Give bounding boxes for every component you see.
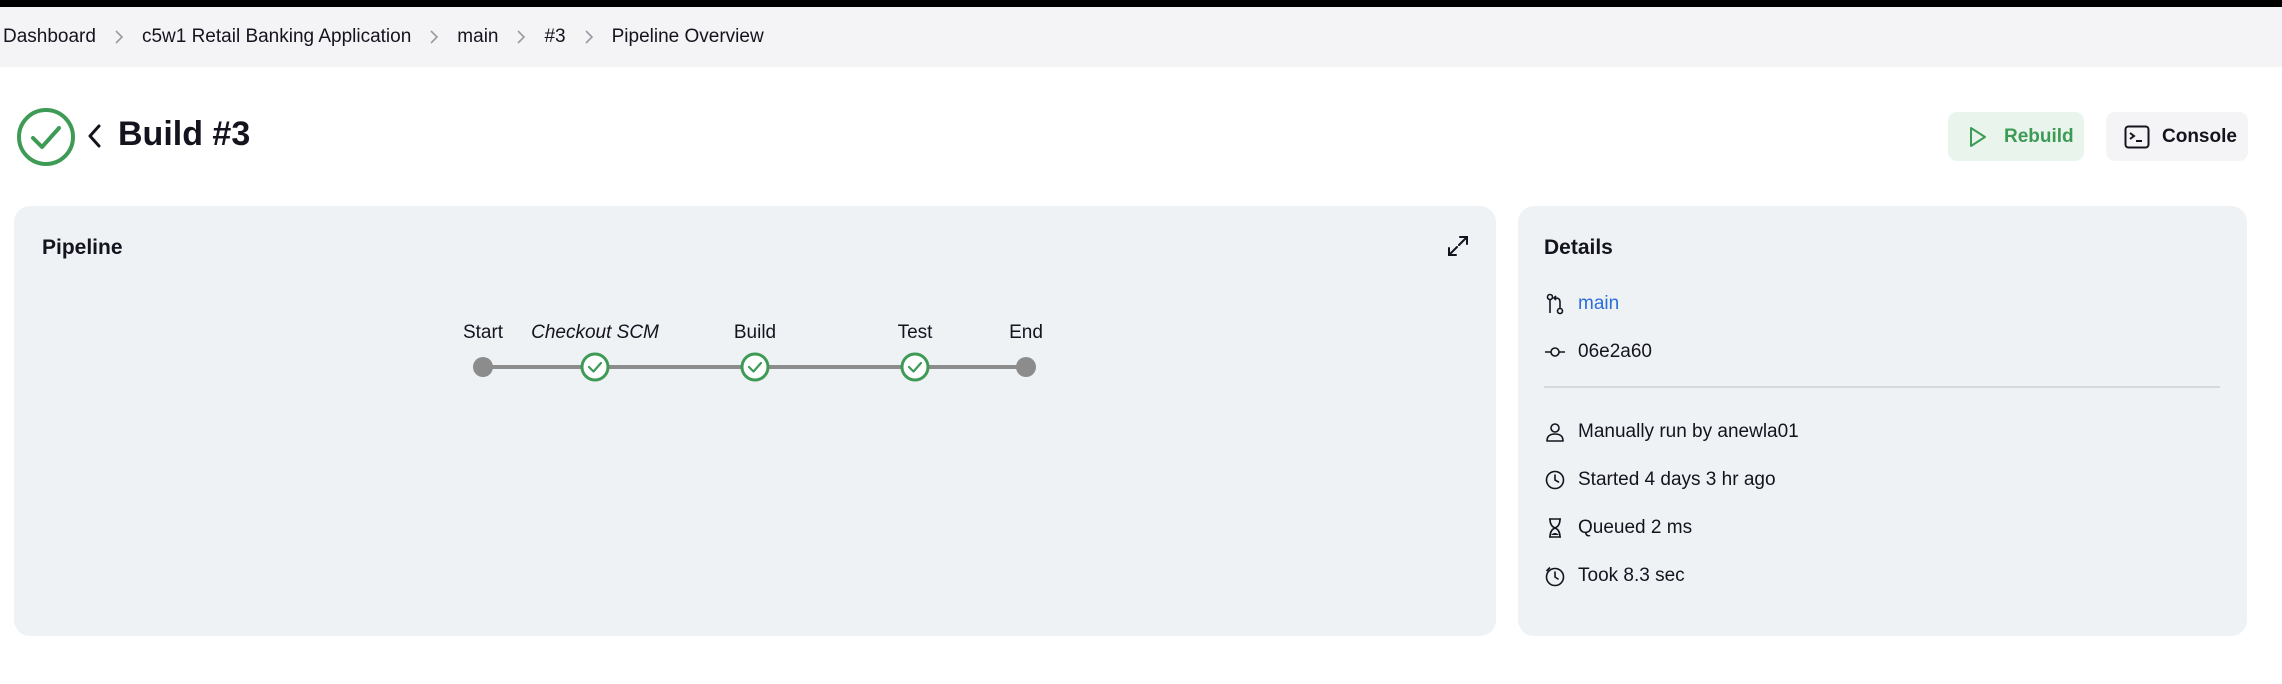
branch-row: main xyxy=(1544,293,1619,315)
play-icon xyxy=(1970,126,1986,147)
timer-icon xyxy=(1545,566,1565,587)
end-node xyxy=(1016,357,1036,377)
duration-row: Took 8.3 sec xyxy=(1544,565,1685,587)
breadcrumb-pipeline-overview[interactable]: Pipeline Overview xyxy=(612,26,764,48)
top-bar xyxy=(0,0,2282,7)
console-button[interactable]: Console xyxy=(2106,112,2248,161)
duration-text: Took 8.3 sec xyxy=(1578,565,1685,586)
breadcrumb-project[interactable]: c5w1 Retail Banking Application xyxy=(142,26,411,48)
started-text: Started 4 days 3 hr ago xyxy=(1578,469,1776,490)
breadcrumb-chevron-icon xyxy=(96,27,142,47)
rebuild-label: Rebuild xyxy=(2004,125,2074,147)
commit-icon xyxy=(1545,347,1565,357)
breadcrumb-branch[interactable]: main xyxy=(457,26,498,48)
rebuild-button[interactable]: Rebuild xyxy=(1948,112,2084,161)
queued-text: Queued 2 ms xyxy=(1578,517,1693,538)
trigger-row: Manually run by anewla01 xyxy=(1544,421,1799,443)
breadcrumb-chevron-icon xyxy=(498,27,544,47)
breadcrumb: Dashboard c5w1 Retail Banking Applicatio… xyxy=(0,7,2282,67)
breadcrumb-chevron-icon xyxy=(566,27,612,47)
breadcrumb-chevron-icon xyxy=(411,27,457,47)
details-divider xyxy=(1544,386,2220,388)
stage-node-build[interactable] xyxy=(740,352,770,382)
start-node xyxy=(473,357,493,377)
stage-node-test[interactable] xyxy=(900,352,930,382)
stage-node-checkout-scm[interactable] xyxy=(580,352,610,382)
branch-link[interactable]: main xyxy=(1578,293,1619,315)
hourglass-icon xyxy=(1549,518,1561,538)
terminal-icon xyxy=(2124,125,2150,148)
breadcrumb-dashboard[interactable]: Dashboard xyxy=(3,26,96,48)
page-title: Build #3 xyxy=(118,115,251,153)
back-chevron-icon[interactable] xyxy=(86,122,104,150)
pipeline-graph xyxy=(473,352,1036,382)
started-row: Started 4 days 3 hr ago xyxy=(1544,469,1776,491)
breadcrumb-build[interactable]: #3 xyxy=(544,26,565,48)
success-check-icon xyxy=(17,108,75,166)
pipeline-card: Pipeline Start Checkout SCM Build Test E… xyxy=(14,206,1496,636)
details-card: Details main 06e2a60 Manually run by ane… xyxy=(1518,206,2247,636)
console-label: Console xyxy=(2162,125,2237,147)
queued-row: Queued 2 ms xyxy=(1544,517,1692,539)
commit-hash: 06e2a60 xyxy=(1578,341,1652,362)
clock-icon xyxy=(1545,470,1565,490)
user-icon xyxy=(1546,423,1564,442)
trigger-text: Manually run by anewla01 xyxy=(1578,421,1799,442)
commit-row: 06e2a60 xyxy=(1544,341,1652,363)
branch-icon xyxy=(1546,293,1564,315)
details-title: Details xyxy=(1544,236,1613,259)
